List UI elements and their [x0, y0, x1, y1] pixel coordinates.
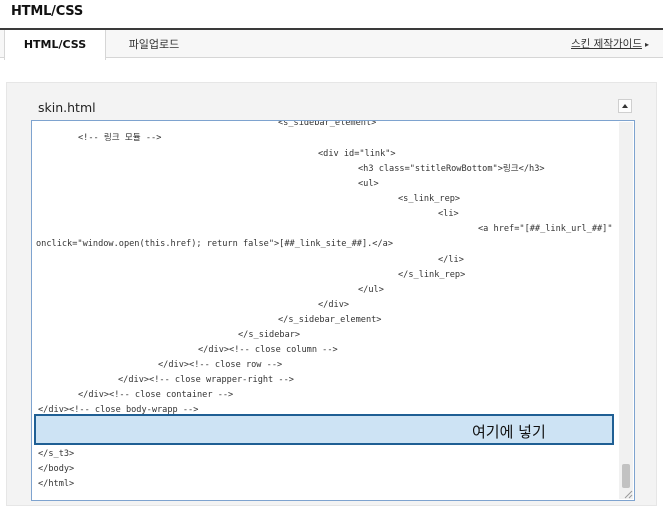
editor-scrollbar[interactable] — [619, 122, 633, 499]
scrollbar-thumb[interactable] — [622, 464, 630, 488]
code-line: </div> — [318, 300, 350, 310]
skin-guide-link[interactable]: 스킨 제작가이드 ▸ — [571, 30, 649, 59]
file-name-label: skin.html — [38, 100, 96, 115]
tab-bar: HTML/CSS 파일업로드 스킨 제작가이드 ▸ — [0, 28, 663, 60]
code-line: </s_sidebar> — [238, 330, 301, 340]
skin-guide-label: 스킨 제작가이드 — [571, 38, 642, 50]
code-line: </div><!-- close column --> — [198, 345, 338, 355]
code-line: <a href="[##_link_url_##]" — [478, 224, 613, 234]
code-line: </div><!-- close container --> — [78, 390, 234, 400]
code-line: </div><!-- close wrapper-right --> — [118, 375, 294, 385]
insert-here-label: 여기에 넣기 — [472, 423, 546, 441]
code-line: </body> — [38, 464, 75, 474]
code-line: </s_sidebar_element> — [278, 315, 382, 325]
code-line: <!-- 링크 모듈 --> — [78, 133, 162, 143]
code-line: </s_t3> — [38, 449, 75, 459]
code-line: </html> — [38, 479, 75, 489]
tab-file-upload[interactable]: 파일업로드 — [106, 30, 202, 59]
code-line: </ul> — [358, 285, 384, 295]
code-line: <h3 class="stitleRowBottom">링크</h3> — [358, 164, 545, 174]
code-line: </li> — [438, 255, 464, 265]
code-line: <li> — [438, 209, 459, 219]
insert-here-highlight: 여기에 넣기 — [34, 414, 614, 445]
resize-grip-icon[interactable] — [623, 489, 633, 499]
code-line: <div id="link"> — [318, 149, 396, 159]
code-line: </div><!-- close row --> — [158, 360, 283, 370]
tab-html-css[interactable]: HTML/CSS — [4, 30, 106, 60]
code-line: <ul> — [358, 179, 379, 189]
code-line: onclick="window.open(this.href); return … — [36, 239, 393, 249]
code-line: <s_link_rep> — [398, 194, 461, 204]
collapse-up-button[interactable] — [618, 99, 632, 113]
code-line: <s_sidebar_element> — [278, 120, 377, 128]
chevron-right-icon: ▸ — [644, 40, 649, 49]
code-line: </s_link_rep> — [398, 270, 466, 280]
page-title: HTML/CSS — [11, 4, 84, 19]
